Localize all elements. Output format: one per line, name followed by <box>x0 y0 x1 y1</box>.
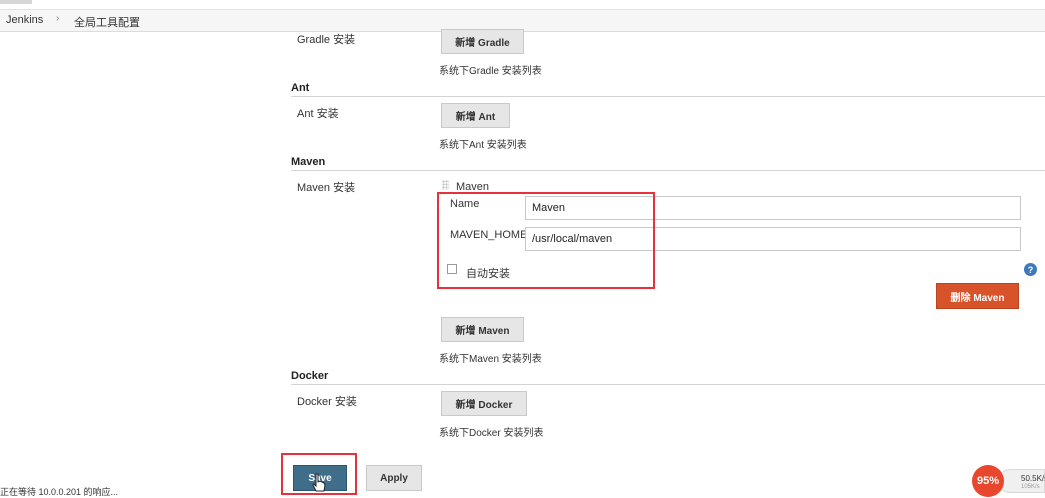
gradle-install-label: Gradle 安装 <box>297 34 356 46</box>
breadcrumb-jenkins-link[interactable]: Jenkins <box>6 14 43 26</box>
status-bar-text: 正在等待 10.0.0.201 的响应... <box>0 487 119 497</box>
drag-handle-icon[interactable] <box>442 180 449 190</box>
add-gradle-button[interactable]: 新增 Gradle <box>441 29 524 54</box>
ant-section-title: Ant <box>291 82 310 94</box>
speed-sub-value: 105K/s <box>1021 484 1040 490</box>
tab-fragment <box>0 0 32 4</box>
add-maven-button[interactable]: 新增 Maven <box>441 317 524 342</box>
speed-value: 50.5K/s <box>1021 474 1045 483</box>
maven-install-label: Maven 安装 <box>297 182 356 194</box>
add-ant-button[interactable]: 新增 Ant <box>441 103 510 128</box>
hand-cursor-icon <box>312 473 326 492</box>
speed-pill: 50.5K/s 105K/s <box>998 469 1045 493</box>
help-icon[interactable]: ? <box>1024 263 1037 276</box>
gradle-list-desc: 系统下Gradle 安装列表 <box>439 66 542 77</box>
breadcrumb-current[interactable]: 全局工具配置 <box>74 14 140 30</box>
ant-list-desc: 系统下Ant 安装列表 <box>439 140 527 151</box>
maven-section-title: Maven <box>291 156 326 168</box>
ant-install-label: Ant 安装 <box>297 108 339 120</box>
maven-list-desc: 系统下Maven 安装列表 <box>439 354 542 365</box>
maven-divider <box>291 170 1045 171</box>
delete-maven-button[interactable]: 删除 Maven <box>936 283 1019 309</box>
browser-top-strip <box>0 0 1045 10</box>
network-speed-widget: 50.5K/s 105K/s 95% <box>972 463 1045 497</box>
apply-button[interactable]: Apply <box>366 465 422 491</box>
speed-percent-badge: 95% <box>972 465 1004 497</box>
docker-install-label: Docker 安装 <box>297 396 357 408</box>
add-docker-button[interactable]: 新增 Docker <box>441 391 527 416</box>
docker-section-title: Docker <box>291 370 329 382</box>
docker-divider <box>291 384 1045 385</box>
docker-list-desc: 系统下Docker 安装列表 <box>439 428 544 439</box>
breadcrumb-separator-icon: › <box>56 13 60 24</box>
ant-divider <box>291 96 1045 97</box>
maven-highlight-box <box>437 192 655 289</box>
